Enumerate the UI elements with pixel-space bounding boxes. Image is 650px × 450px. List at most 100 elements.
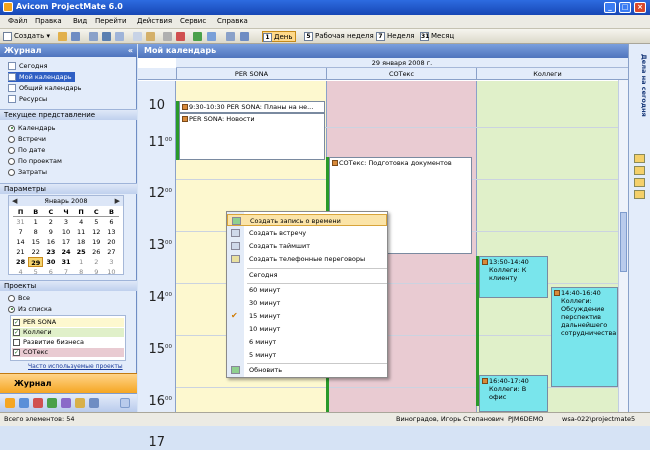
calendar-day[interactable]: 14 [13,237,28,247]
calendar-day[interactable]: 15 [28,237,43,247]
configure-icon[interactable] [120,398,130,408]
task-icon[interactable] [634,154,645,163]
cut-icon[interactable] [163,32,172,41]
todo-bar-label[interactable]: Дела на сегодня [632,54,648,117]
workweek-view-button[interactable]: 5 Рабочая неделя [304,31,374,42]
menu-item-6min[interactable]: 6 минут [227,336,387,348]
event-colleagues-client[interactable]: 13:50-14:40 Коллеги: К клиенту [479,256,548,298]
print-icon[interactable] [102,32,111,41]
event-colleagues-office[interactable]: 16:40-17:40 Коллеги: В офис [479,375,548,412]
checkbox-checked-icon[interactable]: ✓ [13,328,20,336]
week-view-button[interactable]: 7 Неделя [376,31,414,42]
menu-view[interactable]: Вид [73,17,87,25]
calendar-day[interactable]: 18 [74,237,89,247]
view-by-date[interactable]: По дате [8,145,45,155]
calendar-day[interactable]: 11 [74,227,89,237]
event-colleagues-discussion[interactable]: 14:40-16:40 Коллеги: Обсуждение перспект… [551,287,618,387]
calendar-day[interactable]: 1 [74,257,89,267]
reports-icon[interactable] [89,398,99,408]
calendar-day[interactable]: 4 [13,267,28,277]
calendar-day[interactable]: 17 [58,237,73,247]
tasks-icon[interactable] [47,398,57,408]
collapse-icon[interactable]: « [128,44,133,57]
view-meetings[interactable]: Встречи [8,134,46,144]
view-costs[interactable]: Затраты [8,167,47,177]
calendar-day[interactable]: 22 [28,247,43,257]
open-icon[interactable] [58,32,67,41]
day-view-button[interactable]: 1 День [262,31,297,42]
nav-today[interactable]: Сегодня [8,61,48,71]
view-calendar[interactable]: Календарь [8,123,55,133]
task-icon[interactable] [634,178,645,187]
menu-help[interactable]: Справка [217,17,248,25]
journal-icon[interactable] [5,398,15,408]
project-colleagues[interactable]: ✓ Коллеги [12,328,124,337]
menu-go[interactable]: Перейти [95,17,127,25]
checkbox-icon[interactable] [13,338,20,346]
prev-month-icon[interactable]: ◀ [12,196,17,206]
menu-item-30min[interactable]: 30 минут [227,297,387,309]
nav-my-calendar[interactable]: Мой календарь [8,72,75,82]
nav-shared-calendar[interactable]: Общий календарь [8,83,82,93]
project-sotex[interactable]: ✓ СОТекс [12,348,124,357]
menu-actions[interactable]: Действия [137,17,172,25]
copy-icon[interactable] [133,32,142,41]
calendar-day[interactable]: 3 [58,217,73,227]
calendar-icon[interactable] [19,398,29,408]
calendar-day[interactable]: 12 [89,227,104,237]
calendar-day[interactable]: 13 [104,227,119,237]
calendar-day[interactable]: 5 [28,267,43,277]
calendar-day[interactable]: 7 [13,227,28,237]
calendar-day[interactable]: 21 [13,247,28,257]
menu-item-today[interactable]: Сегодня [227,269,387,281]
calendar-day[interactable]: 26 [89,247,104,257]
event-persona-plans[interactable]: 9:30-10:30 PER SONA: Планы на не... [179,101,325,113]
undo-icon[interactable] [89,32,98,41]
preview-icon[interactable] [115,32,124,41]
menu-item-create-timesheet[interactable]: Создать таймшит [227,240,387,252]
menu-edit[interactable]: Правка [35,17,62,25]
maximize-button[interactable]: □ [619,2,631,13]
calendar-day[interactable]: 16 [43,237,58,247]
calendar-day[interactable]: 5 [89,217,104,227]
move-icon[interactable] [146,32,155,41]
column-header-sotex[interactable]: СОТекс [326,68,476,80]
checkbox-checked-icon[interactable]: ✓ [13,348,20,356]
column-header-persona[interactable]: PER SONA [176,68,326,80]
menu-item-10min[interactable]: 10 минут [227,323,387,335]
folder-icon[interactable] [75,398,85,408]
menu-item-15min[interactable]: ✔ 15 минут [227,310,387,322]
notes-icon[interactable] [61,398,71,408]
refresh-icon[interactable] [193,32,202,41]
calendar-day[interactable]: 10 [104,267,119,277]
event-persona-news[interactable]: PER SONA: Новости [179,113,325,160]
delete-icon[interactable] [176,32,185,41]
menu-item-create-time-entry[interactable]: Создать запись о времени [227,214,387,226]
scroll-thumb[interactable] [620,212,627,272]
calendar-day[interactable]: 1 [28,217,43,227]
menu-item-60min[interactable]: 60 минут [227,284,387,296]
calendar-day[interactable]: 27 [104,247,119,257]
journal-nav-button[interactable]: Журнал [0,373,137,393]
checkbox-checked-icon[interactable]: ✓ [13,318,20,326]
month-view-button[interactable]: 31 Месяц [420,31,454,42]
column-header-colleagues[interactable]: Коллеги [476,68,618,80]
calendar-day[interactable]: 2 [43,217,58,227]
calendar-day[interactable]: 23 [43,247,58,257]
calendar-day[interactable]: 28 [13,257,28,267]
calendar-day[interactable]: 30 [43,257,58,267]
project-business[interactable]: Развитие бизнеса [12,338,124,347]
calendar-day[interactable]: 8 [28,227,43,237]
nav-resources[interactable]: Ресурсы [8,94,47,104]
menu-item-create-phonecall[interactable]: Создать телефонные переговоры [227,253,387,265]
calendar-day[interactable]: 7 [58,267,73,277]
calendar-day[interactable]: 25 [74,247,89,257]
calendar-day[interactable]: 20 [104,237,119,247]
calendar-day[interactable]: 9 [89,267,104,277]
vertical-scrollbar[interactable] [618,80,628,412]
project-filter-list[interactable]: Из списка [8,304,52,314]
calendar-day[interactable]: 24 [58,247,73,257]
view-by-project[interactable]: По проектам [8,156,62,166]
view-icon[interactable] [207,32,216,41]
calendar-day[interactable]: 2 [89,257,104,267]
